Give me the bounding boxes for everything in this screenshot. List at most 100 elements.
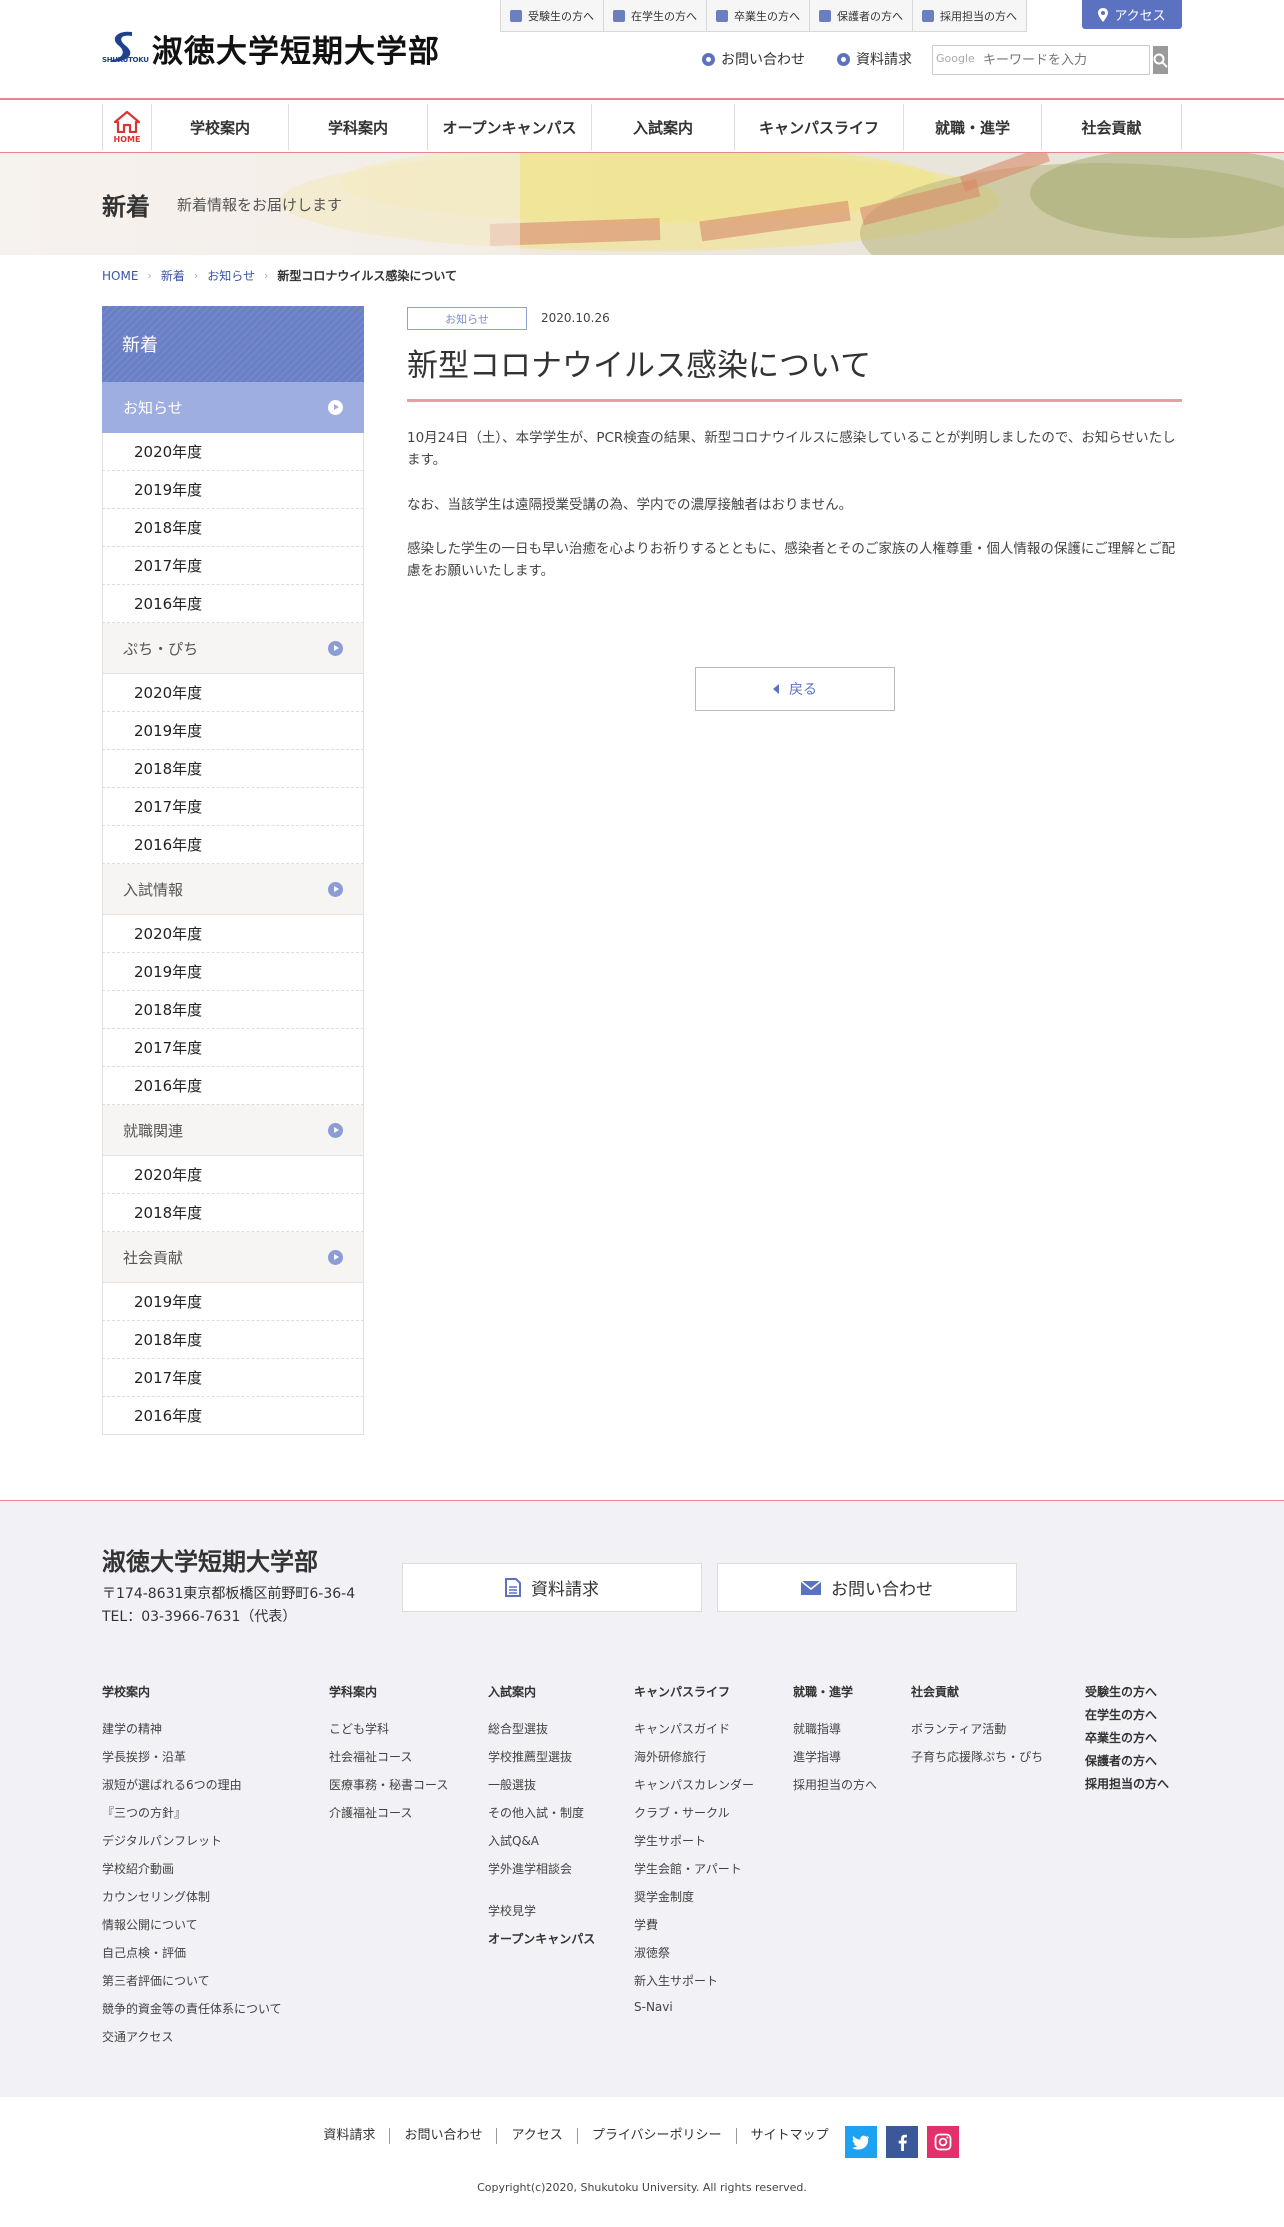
footer-link[interactable]: デジタルパンフレット: [102, 1832, 282, 1860]
footer-audience-link[interactable]: 卒業生の方へ: [1085, 1729, 1169, 1752]
sidebar-year-link[interactable]: 2019年度: [102, 471, 364, 509]
sidebar-year-link[interactable]: 2017年度: [102, 1359, 364, 1397]
footer-link[interactable]: 自己点検・評価: [102, 1944, 282, 1972]
footer-column-heading[interactable]: 学科案内: [329, 1683, 448, 1700]
nav-campus-life[interactable]: キャンパスライフ: [735, 104, 904, 150]
sidebar-year-link[interactable]: 2017年度: [102, 1029, 364, 1067]
nav-home[interactable]: HOME: [102, 104, 152, 150]
sidebar-year-link[interactable]: 2019年度: [102, 712, 364, 750]
bottom-link-contact[interactable]: お問い合わせ: [390, 2128, 498, 2144]
footer-audience-link[interactable]: 採用担当の方へ: [1085, 1775, 1169, 1798]
sidebar-year-link[interactable]: 2016年度: [102, 585, 364, 623]
header-contact-link[interactable]: お問い合わせ: [702, 49, 805, 69]
sidebar-year-link[interactable]: 2017年度: [102, 788, 364, 826]
footer-column-heading[interactable]: 入試案内: [488, 1683, 595, 1700]
sidebar-category-career[interactable]: 就職関連: [102, 1105, 364, 1156]
footer-link[interactable]: 『三つの方針』: [102, 1804, 282, 1832]
back-button[interactable]: 戻る: [695, 667, 895, 711]
sidebar-year-link[interactable]: 2018年度: [102, 750, 364, 788]
sidebar-year-link[interactable]: 2016年度: [102, 1067, 364, 1105]
sidebar-category-puchi[interactable]: ぷち・ぴち: [102, 623, 364, 674]
footer-link[interactable]: 就職指導: [793, 1720, 877, 1748]
footer-link[interactable]: 海外研修旅行: [634, 1748, 754, 1776]
bottom-link-access[interactable]: アクセス: [497, 2128, 578, 2144]
footer-link[interactable]: 医療事務・秘書コース: [329, 1776, 448, 1804]
footer-link[interactable]: キャンパスガイド: [634, 1720, 754, 1748]
footer-audience-link[interactable]: 在学生の方へ: [1085, 1706, 1169, 1729]
nav-departments[interactable]: 学科案内: [289, 104, 428, 150]
footer-link[interactable]: その他入試・制度: [488, 1804, 595, 1832]
breadcrumb-news[interactable]: 新着: [161, 267, 185, 284]
bottom-link-request[interactable]: 資料請求: [309, 2128, 391, 2144]
sidebar-year-link[interactable]: 2019年度: [102, 1283, 364, 1321]
footer-link[interactable]: 学生サポート: [634, 1832, 754, 1860]
sidebar-year-link[interactable]: 2016年度: [102, 826, 364, 864]
footer-audience-link[interactable]: 保護者の方へ: [1085, 1752, 1169, 1775]
footer-link[interactable]: 一般選抜: [488, 1776, 595, 1804]
sidebar-year-link[interactable]: 2018年度: [102, 509, 364, 547]
footer-column-heading[interactable]: 学校案内: [102, 1683, 282, 1700]
sidebar-year-link[interactable]: 2016年度: [102, 1397, 364, 1435]
twitter-icon[interactable]: [845, 2126, 877, 2158]
footer-request-button[interactable]: 資料請求: [402, 1563, 702, 1612]
footer-link[interactable]: 進学指導: [793, 1748, 877, 1776]
footer-link[interactable]: 入試Q&A: [488, 1832, 595, 1860]
nav-admissions[interactable]: 入試案内: [592, 104, 735, 150]
header-request-link[interactable]: 資料請求: [837, 49, 912, 69]
footer-link[interactable]: 学長挨拶・沿革: [102, 1748, 282, 1776]
footer-contact-button[interactable]: お問い合わせ: [717, 1563, 1017, 1612]
sidebar-year-link[interactable]: 2020年度: [102, 915, 364, 953]
footer-link[interactable]: 第三者評価について: [102, 1972, 282, 2000]
sidebar-year-link[interactable]: 2018年度: [102, 1321, 364, 1359]
footer-link[interactable]: 学校推薦型選抜: [488, 1748, 595, 1776]
footer-link[interactable]: 競争的資金等の責任体系について: [102, 2000, 282, 2028]
footer-link[interactable]: キャンパスカレンダー: [634, 1776, 754, 1804]
nav-community[interactable]: 社会貢献: [1042, 104, 1182, 150]
footer-column-heading[interactable]: キャンパスライフ: [634, 1683, 754, 1700]
footer-column-heading[interactable]: 社会貢献: [911, 1683, 1043, 1700]
footer-link[interactable]: 淑短が選ばれる6つの理由: [102, 1776, 282, 1804]
audience-link-graduates[interactable]: 卒業生の方へ: [706, 0, 809, 31]
breadcrumb-notice[interactable]: お知らせ: [207, 267, 255, 284]
sidebar-year-link[interactable]: 2020年度: [102, 433, 364, 471]
audience-link-recruiters[interactable]: 採用担当の方へ: [912, 0, 1026, 31]
footer-audience-link[interactable]: 受験生の方へ: [1085, 1683, 1169, 1706]
footer-link[interactable]: 奨学金制度: [634, 1888, 754, 1916]
footer-link[interactable]: カウンセリング体制: [102, 1888, 282, 1916]
search-button[interactable]: [1153, 46, 1168, 74]
sidebar-category-community[interactable]: 社会貢献: [102, 1232, 364, 1283]
bottom-link-sitemap[interactable]: サイトマップ: [737, 2128, 843, 2144]
sidebar-year-link[interactable]: 2020年度: [102, 674, 364, 712]
footer-link[interactable]: 社会福祉コース: [329, 1748, 448, 1776]
sidebar-year-link[interactable]: 2018年度: [102, 1194, 364, 1232]
footer-link[interactable]: こども学科: [329, 1720, 448, 1748]
footer-link[interactable]: 学校紹介動画: [102, 1860, 282, 1888]
sidebar-category-admissions[interactable]: 入試情報: [102, 864, 364, 915]
footer-link[interactable]: 学費: [634, 1916, 754, 1944]
nav-career[interactable]: 就職・進学: [904, 104, 1042, 150]
footer-link[interactable]: 学外進学相談会: [488, 1860, 595, 1888]
footer-link[interactable]: 子育ち応援隊ぷち・ぴち: [911, 1748, 1043, 1776]
sidebar-year-link[interactable]: 2017年度: [102, 547, 364, 585]
footer-link[interactable]: 学校見学: [488, 1902, 595, 1930]
sidebar-category-notice[interactable]: お知らせ: [102, 382, 364, 433]
footer-link[interactable]: 採用担当の方へ: [793, 1776, 877, 1804]
footer-link[interactable]: 新入生サポート: [634, 1972, 754, 2000]
instagram-icon[interactable]: [927, 2126, 959, 2158]
footer-open-campus-link[interactable]: オープンキャンパス: [488, 1930, 595, 1958]
footer-link[interactable]: 淑徳祭: [634, 1944, 754, 1972]
footer-link[interactable]: 介護福祉コース: [329, 1804, 448, 1832]
footer-link[interactable]: クラブ・サークル: [634, 1804, 754, 1832]
footer-link[interactable]: 学生会館・アパート: [634, 1860, 754, 1888]
audience-link-applicants[interactable]: 受験生の方へ: [501, 0, 603, 31]
footer-link[interactable]: 総合型選抜: [488, 1720, 595, 1748]
nav-school-info[interactable]: 学校案内: [152, 104, 289, 150]
breadcrumb-home[interactable]: HOME: [102, 269, 138, 283]
footer-link[interactable]: 交通アクセス: [102, 2028, 282, 2056]
sidebar-year-link[interactable]: 2019年度: [102, 953, 364, 991]
sidebar-year-link[interactable]: 2020年度: [102, 1156, 364, 1194]
access-button[interactable]: アクセス: [1082, 0, 1182, 29]
bottom-link-privacy[interactable]: プライバシーポリシー: [578, 2128, 737, 2144]
sidebar-year-link[interactable]: 2018年度: [102, 991, 364, 1029]
audience-link-parents[interactable]: 保護者の方へ: [809, 0, 912, 31]
